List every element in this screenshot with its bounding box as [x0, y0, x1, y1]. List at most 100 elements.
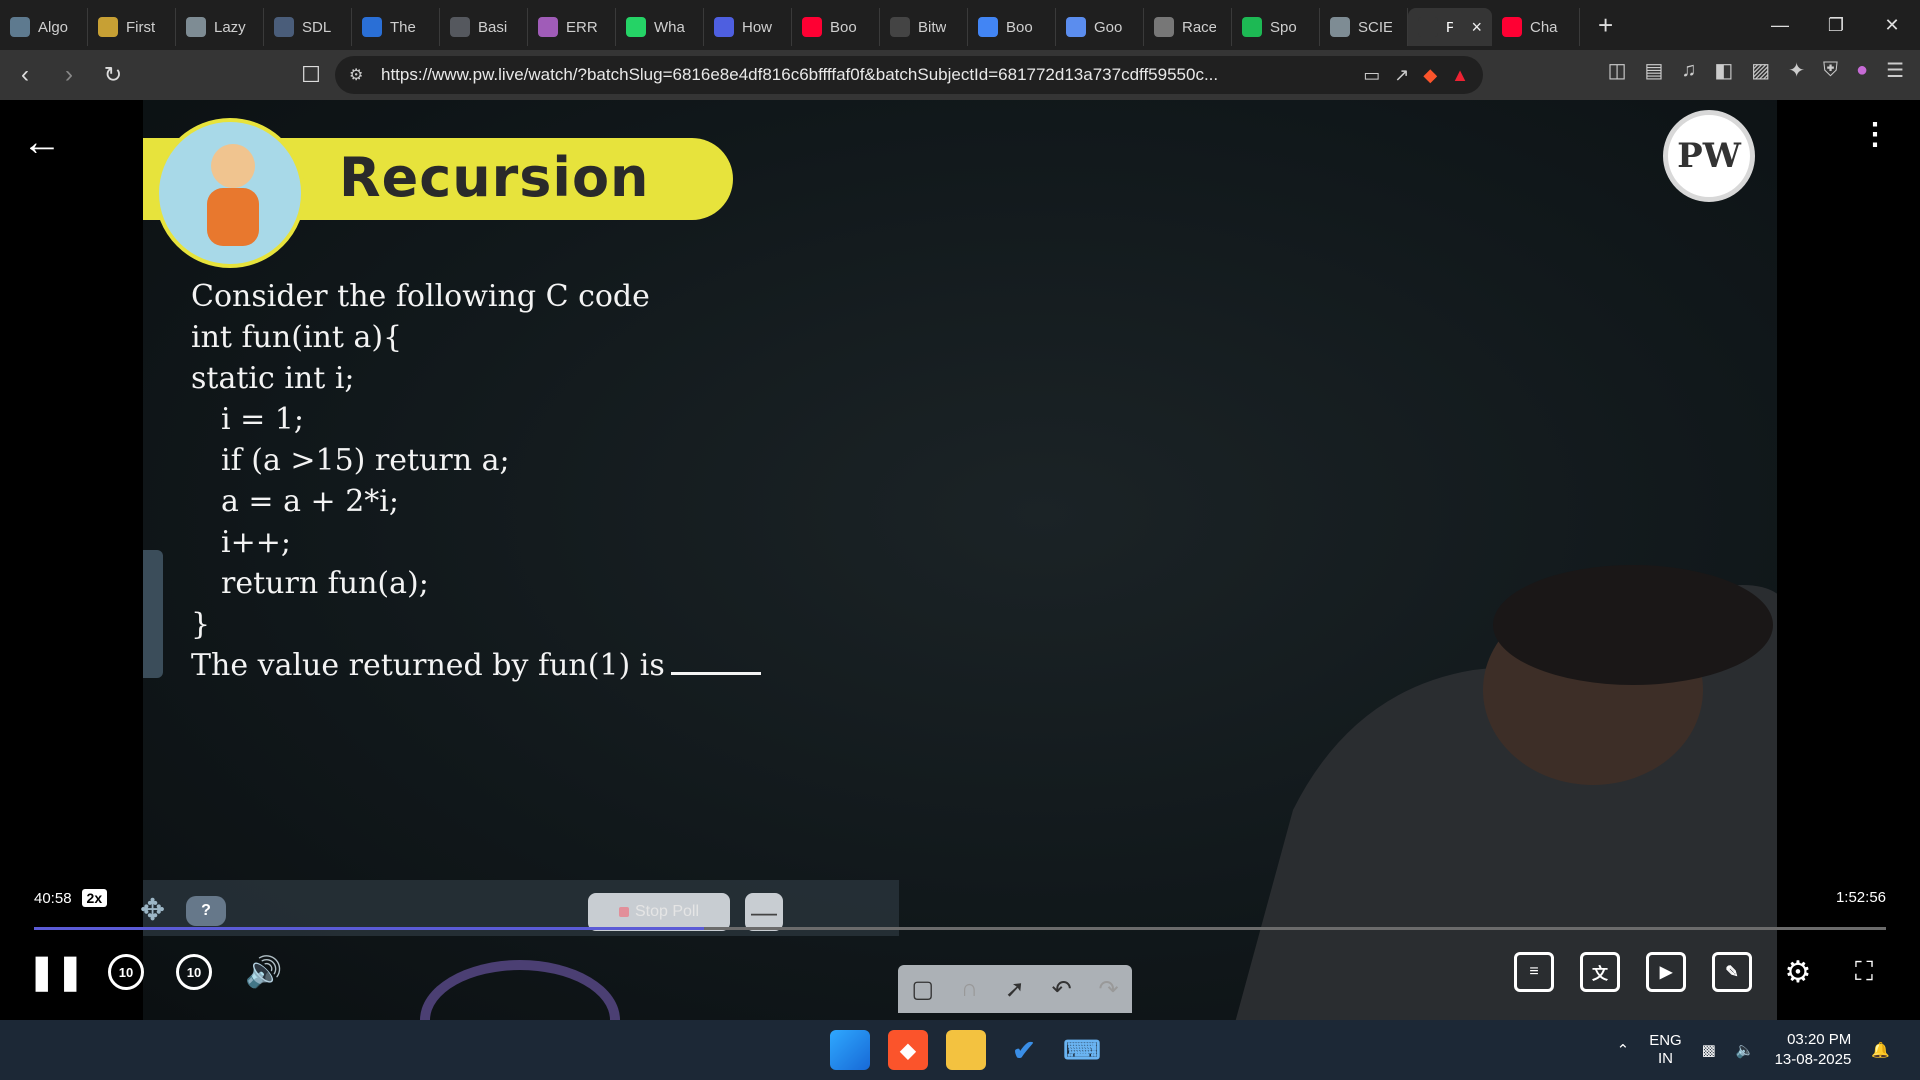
pen-tool-icon[interactable]: ➚	[1005, 975, 1025, 1004]
leo-ai-icon[interactable]: ✦	[1788, 58, 1805, 83]
close-window-button[interactable]: ✕	[1864, 0, 1920, 50]
globe-icon	[186, 17, 206, 37]
reader-icon[interactable]: ▤	[1644, 58, 1663, 83]
browser-tab[interactable]: Lazy	[176, 8, 264, 46]
url-text[interactable]: https://www.pw.live/watch/?batchSlug=681…	[381, 65, 1218, 85]
site-settings-icon[interactable]: ⚙	[349, 65, 363, 85]
browser-tab[interactable]: ERR	[528, 8, 616, 46]
share-icon[interactable]: ↗	[1394, 65, 1409, 86]
browser-tab[interactable]: The	[352, 8, 440, 46]
brave-shield-icon[interactable]: ◆	[1423, 65, 1437, 86]
browser-toolbar: ‹ › ↻ ☐ ⚙ https://www.pw.live/watch/?bat…	[0, 50, 1920, 100]
poll-minimize-button[interactable]: —	[745, 893, 783, 931]
poll-help-button[interactable]: ?	[186, 896, 226, 926]
redo-icon[interactable]: ↷	[1098, 975, 1118, 1004]
reload-button[interactable]: ↻	[94, 56, 132, 94]
vpn-icon[interactable]: ⛨	[1823, 59, 1838, 82]
menu-icon[interactable]: ☰	[1886, 58, 1904, 83]
tab-label: Cha	[1530, 18, 1558, 36]
browser-tab[interactable]: Race	[1144, 8, 1232, 46]
fullscreen-icon[interactable]: ⛶	[1844, 952, 1884, 992]
settings-gear-icon[interactable]: ⚙	[1778, 952, 1818, 992]
back-arrow-icon[interactable]: ←	[22, 120, 62, 165]
windows-start-icon[interactable]	[830, 1030, 870, 1070]
file-explorer-icon[interactable]	[946, 1030, 986, 1070]
browser-tab[interactable]: SDL	[264, 8, 352, 46]
pause-icon[interactable]: ❚❚	[28, 952, 85, 992]
side-drawer-handle[interactable]	[143, 550, 163, 678]
bookmark-icon[interactable]: ☐	[292, 56, 330, 94]
profile-icon[interactable]: ●	[1856, 59, 1868, 82]
notes-icon[interactable]: ✎	[1712, 952, 1752, 992]
undo-icon[interactable]: ↶	[1052, 975, 1072, 1004]
clock[interactable]: 03:20 PM 13-08-2025	[1775, 1030, 1852, 1070]
browser-tab[interactable]: Spo	[1232, 8, 1320, 46]
forward-10-icon[interactable]: 10	[176, 954, 212, 990]
question-text: Consider the following C code int fun(in…	[191, 276, 761, 686]
restore-button[interactable]: ❐	[1808, 0, 1864, 50]
music-icon[interactable]: ♫	[1681, 59, 1696, 82]
question-line: Consider the following C code	[191, 279, 650, 314]
brave-browser-icon[interactable]: ◆	[888, 1030, 928, 1070]
network-icon[interactable]: ▩	[1702, 1041, 1716, 1059]
sidebar-icon[interactable]: ◧	[1714, 58, 1733, 83]
stop-poll-button[interactable]: Stop Poll	[588, 893, 730, 931]
browser-tab[interactable]: First	[88, 8, 176, 46]
extensions-icon[interactable]: ◫	[1608, 58, 1627, 83]
browser-tab[interactable]: Wha	[616, 8, 704, 46]
speed-badge[interactable]: 2x	[81, 889, 108, 907]
keyboard-icon[interactable]: ⌨	[1062, 1030, 1102, 1070]
browser-tab[interactable]: Boo	[792, 8, 880, 46]
browser-tab[interactable]: Bitw	[880, 8, 968, 46]
tab-label: Wha	[654, 18, 685, 36]
forward-button[interactable]: ›	[50, 56, 88, 94]
question-line: int fun(int a){	[191, 320, 403, 355]
question-line: static int i;	[191, 361, 355, 396]
tab-label: The	[390, 18, 416, 36]
question-line: i++;	[221, 525, 291, 560]
browser-tab[interactable]: Goo	[1056, 8, 1144, 46]
tab-list: Algo First Lazy SDL The Basi ERR Wha How Boo Bitw B…	[0, 0, 1580, 50]
total-duration: 1:52:56	[1835, 889, 1886, 906]
browser-tab[interactable]: Cha	[1492, 8, 1580, 46]
rectangle-tool-icon[interactable]: ▢	[911, 975, 934, 1004]
browser-tab[interactable]: How	[704, 8, 792, 46]
address-bar[interactable]: ⚙ https://www.pw.live/watch/?batchSlug=6…	[335, 56, 1483, 94]
minimize-button[interactable]: —	[1752, 0, 1808, 50]
question-line: }	[191, 607, 211, 642]
more-options-icon[interactable]: ⋮	[1860, 120, 1890, 150]
speaker-tray-icon[interactable]: 🔈	[1736, 1041, 1755, 1059]
drawing-toolbar: ▢ ∩ ➚ ↶ ↷	[898, 965, 1132, 1013]
language-indicator[interactable]: ENG IN	[1649, 1032, 1682, 1068]
browser-tab[interactable]: SCIE	[1320, 8, 1408, 46]
browser-tab[interactable]: Basi	[440, 8, 528, 46]
tray-overflow-icon[interactable]: ⌃	[1617, 1041, 1630, 1059]
new-tab-button[interactable]: +	[1580, 10, 1631, 41]
cast-icon[interactable]: ▭	[1363, 65, 1380, 86]
move-icon[interactable]: ✥	[140, 893, 165, 928]
picture-in-picture-icon[interactable]: ▶	[1646, 952, 1686, 992]
question-line: return fun(a);	[221, 566, 429, 601]
progress-fill	[34, 927, 705, 930]
wallet-icon[interactable]: ▨	[1751, 58, 1770, 83]
rewards-icon[interactable]: ▲	[1451, 65, 1469, 86]
speaker-icon	[1418, 17, 1438, 37]
progress-bar[interactable]	[34, 927, 1886, 930]
back-button[interactable]: ‹	[6, 56, 44, 94]
chat-icon[interactable]: ≡	[1514, 952, 1554, 992]
close-tab-icon[interactable]: ×	[1471, 17, 1482, 38]
tab-label: P	[1446, 18, 1454, 36]
notification-bell-icon[interactable]: 🔔	[1871, 1041, 1890, 1059]
page-icon	[274, 17, 294, 37]
browser-tab[interactable]: Boo	[968, 8, 1056, 46]
translate-icon[interactable]: 文	[1580, 952, 1620, 992]
volume-icon[interactable]: 🔊	[244, 952, 284, 992]
rewind-10-icon[interactable]: 10	[108, 954, 144, 990]
taskbar-apps: ◆ ✔ ⌨	[830, 1030, 1102, 1070]
lasso-tool-icon[interactable]: ∩	[961, 975, 978, 1003]
window-controls: — ❐ ✕	[1752, 0, 1920, 50]
chat-bubble-icon	[10, 17, 30, 37]
tab-active[interactable]: P ×	[1408, 8, 1492, 46]
browser-tab[interactable]: Algo	[0, 8, 88, 46]
todo-icon[interactable]: ✔	[1004, 1030, 1044, 1070]
